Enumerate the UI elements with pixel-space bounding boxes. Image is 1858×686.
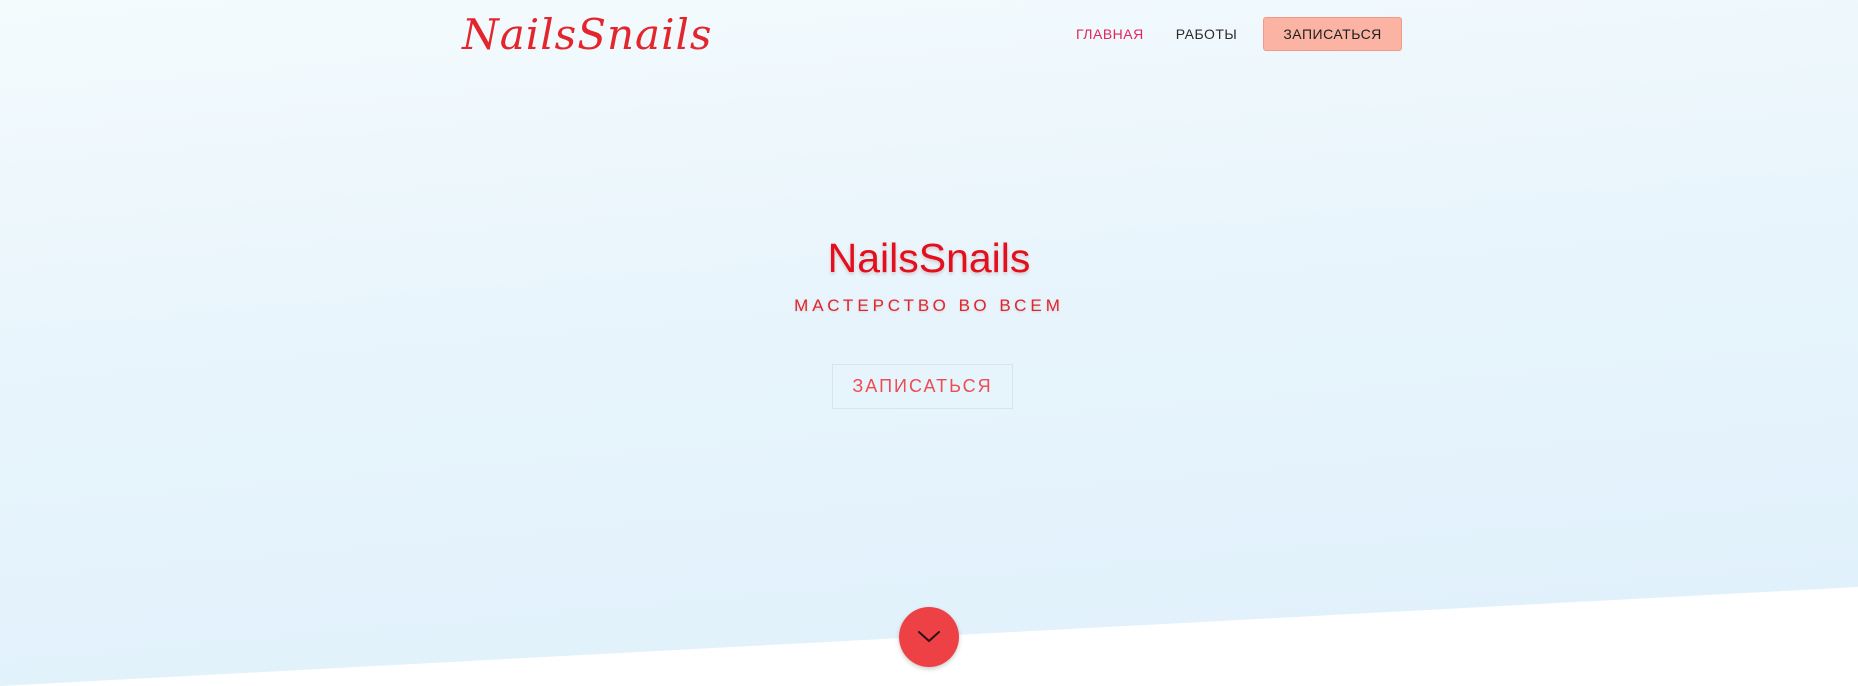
header-signup-button[interactable]: ЗАПИСАТЬСЯ: [1263, 17, 1402, 51]
chevron-down-icon: [918, 631, 940, 642]
page: NailsSnails ГЛАВНАЯ РАБОТЫ ЗАПИСАТЬСЯ Na…: [0, 0, 1858, 686]
bottom-white-wedge: [0, 587, 1858, 686]
hero-section: NailsSnails МАСТЕРСТВО ВО ВСЕМ: [0, 228, 1858, 316]
logo[interactable]: NailsSnails: [462, 10, 713, 59]
hero-title: NailsSnails: [827, 235, 1031, 281]
site-header: NailsSnails ГЛАВНАЯ РАБОТЫ ЗАПИСАТЬСЯ: [0, 0, 1858, 70]
nav-link-works[interactable]: РАБОТЫ: [1160, 17, 1254, 51]
hero-tagline: МАСТЕРСТВО ВО ВСЕМ: [794, 296, 1064, 315]
hero-signup-button[interactable]: ЗАПИСАТЬСЯ: [832, 364, 1013, 409]
scroll-down-button[interactable]: [899, 607, 959, 667]
nav-link-home[interactable]: ГЛАВНАЯ: [1060, 17, 1160, 51]
main-nav: ГЛАВНАЯ РАБОТЫ ЗАПИСАТЬСЯ: [1060, 17, 1402, 51]
